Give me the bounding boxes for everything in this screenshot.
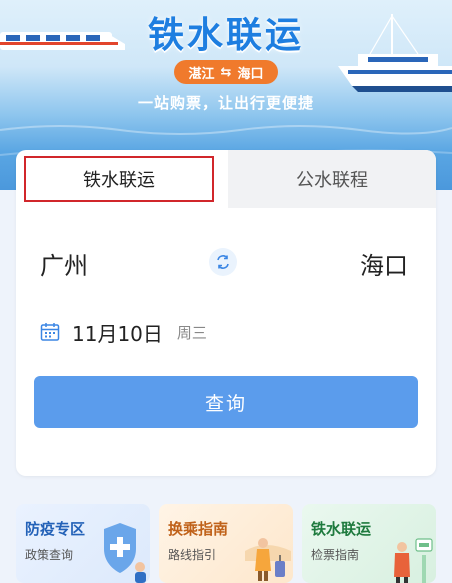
tile-title: 换乘指南 <box>168 520 229 538</box>
route-to: 海口 <box>237 66 264 82</box>
ferry-illustration <box>338 14 452 92</box>
service-tiles: 防疫专区 政策查询 换乘指南 路线指引 铁水联运 检票指南 <box>16 504 436 583</box>
ticket-search-card: 公水联程 铁水联运 广州 海口 11月10日 周三 查询 <box>16 150 436 476</box>
tile-epidemic-zone[interactable]: 防疫专区 政策查询 <box>16 504 150 583</box>
tile-subtitle: 政策查询 <box>25 548 74 562</box>
route-swap-icon: ⇆ <box>220 64 232 80</box>
tile-title: 铁水联运 <box>311 520 372 538</box>
route-pill: 湛江 ⇆ 海口 <box>174 60 278 84</box>
tile-ticket-check-guide[interactable]: 铁水联运 检票指南 <box>302 504 436 583</box>
date-selector[interactable]: 11月10日 周三 <box>40 317 207 347</box>
tile-subtitle: 路线指引 <box>168 548 217 562</box>
swap-cities-button[interactable] <box>209 248 237 276</box>
calendar-icon <box>40 323 60 341</box>
tile-title: 防疫专区 <box>25 520 86 538</box>
arrival-city[interactable]: 海口 <box>360 246 408 281</box>
swap-icon <box>217 255 229 269</box>
route-from: 湛江 <box>188 66 215 82</box>
ticket-checker-icon <box>394 538 433 583</box>
travel-weekday: 周三 <box>176 323 207 342</box>
travel-date: 11月10日 <box>72 321 163 346</box>
mode-tabs: 公水联程 铁水联运 <box>16 150 436 208</box>
tab-rail-water[interactable]: 铁水联运 <box>24 156 214 202</box>
traveler-with-luggage-icon <box>245 538 291 581</box>
health-shield-icon <box>104 523 146 583</box>
departure-city[interactable]: 广州 <box>40 246 88 281</box>
query-button[interactable]: 查询 <box>34 376 418 428</box>
tile-transfer-guide[interactable]: 换乘指南 路线指引 <box>159 504 293 583</box>
tile-subtitle: 检票指南 <box>311 548 360 562</box>
tab-road-water[interactable]: 公水联程 <box>228 150 436 208</box>
